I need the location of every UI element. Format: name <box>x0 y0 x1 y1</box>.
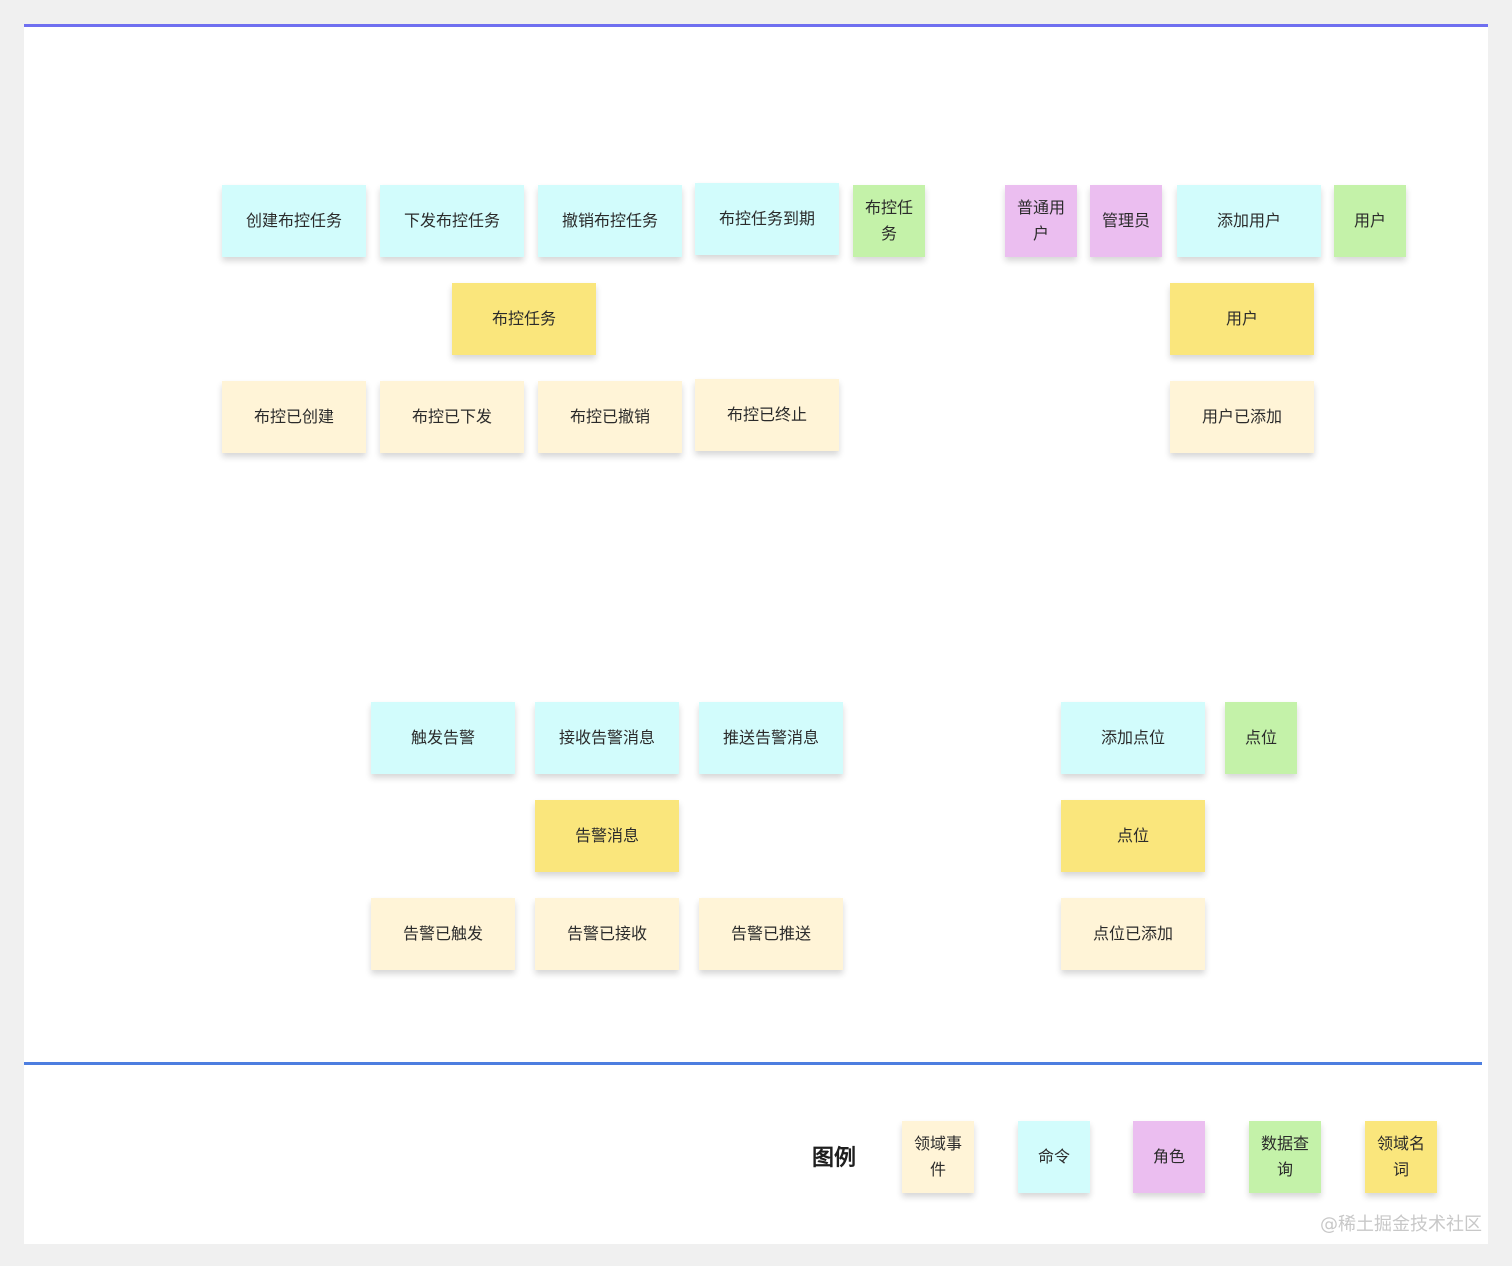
top-divider <box>24 24 1488 27</box>
legend-command: 命令 <box>1018 1121 1090 1193</box>
entity-location[interactable]: 点位 <box>1061 800 1205 872</box>
query-location[interactable]: 点位 <box>1225 702 1297 774</box>
query-surveillance-task[interactable]: 布控任 务 <box>853 185 925 257</box>
query-user[interactable]: 用户 <box>1334 185 1406 257</box>
event-alarm-pushed[interactable]: 告警已推送 <box>699 898 843 970</box>
command-revoke-task[interactable]: 撤销布控任务 <box>538 185 682 257</box>
command-create-task[interactable]: 创建布控任务 <box>222 185 366 257</box>
event-alarm-triggered[interactable]: 告警已触发 <box>371 898 515 970</box>
entity-user[interactable]: 用户 <box>1170 283 1314 355</box>
command-add-user[interactable]: 添加用户 <box>1177 185 1321 257</box>
legend-title: 图例 <box>812 1146 857 1171</box>
bottom-divider <box>24 1062 1482 1065</box>
command-receive-alarm[interactable]: 接收告警消息 <box>535 702 679 774</box>
command-trigger-alarm[interactable]: 触发告警 <box>371 702 515 774</box>
event-task-created[interactable]: 布控已创建 <box>222 381 366 453</box>
command-push-alarm[interactable]: 推送告警消息 <box>699 702 843 774</box>
command-task-expire[interactable]: 布控任务到期 <box>695 183 839 255</box>
legend-domain-event: 领域事 件 <box>902 1121 974 1193</box>
event-alarm-received[interactable]: 告警已接收 <box>535 898 679 970</box>
role-admin[interactable]: 管理员 <box>1090 185 1162 257</box>
event-task-dispatched[interactable]: 布控已下发 <box>380 381 524 453</box>
command-dispatch-task[interactable]: 下发布控任务 <box>380 185 524 257</box>
event-task-terminated[interactable]: 布控已终止 <box>695 379 839 451</box>
command-add-location[interactable]: 添加点位 <box>1061 702 1205 774</box>
event-location-added[interactable]: 点位已添加 <box>1061 898 1205 970</box>
role-normal-user[interactable]: 普通用 户 <box>1005 185 1077 257</box>
entity-surveillance-task[interactable]: 布控任务 <box>452 283 596 355</box>
entity-alarm-message[interactable]: 告警消息 <box>535 800 679 872</box>
legend-data-query: 数据查 询 <box>1249 1121 1321 1193</box>
event-task-revoked[interactable]: 布控已撤销 <box>538 381 682 453</box>
legend-role: 角色 <box>1133 1121 1205 1193</box>
watermark: @稀土掘金技术社区 <box>1320 1214 1482 1235</box>
event-user-added[interactable]: 用户已添加 <box>1170 381 1314 453</box>
event-storming-board: 创建布控任务 下发布控任务 撤销布控任务 布控任务到期 布控任 务 布控任务 布… <box>24 24 1488 1244</box>
legend-domain-noun: 领域名 词 <box>1365 1121 1437 1193</box>
